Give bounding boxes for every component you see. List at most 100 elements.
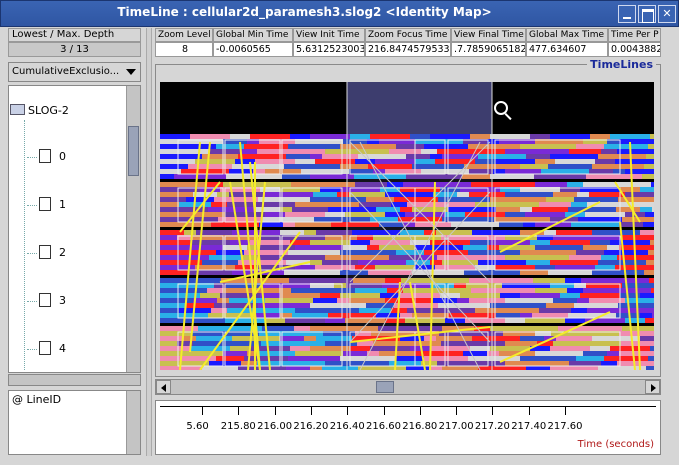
state-band — [619, 139, 654, 144]
state-band — [598, 154, 646, 159]
title-bar[interactable]: TimeLine : cellular2d_paramesh3.slog2 <I… — [0, 0, 679, 27]
timeline-canvas[interactable] — [160, 82, 654, 370]
scroll-right-button[interactable] — [645, 380, 660, 394]
state-band — [472, 230, 520, 235]
state-band — [354, 174, 406, 179]
state-band — [188, 270, 232, 275]
value-zoom-focus-time[interactable]: 216.8474579533 — [365, 42, 451, 57]
state-band — [505, 169, 541, 174]
state-band — [562, 260, 598, 265]
state-band — [208, 313, 256, 318]
file-icon — [39, 245, 51, 259]
tree-scroll-thumb[interactable] — [128, 126, 139, 176]
state-band — [535, 265, 555, 270]
state-band — [412, 270, 464, 275]
state-band — [571, 222, 619, 227]
state-band — [470, 346, 490, 351]
state-band — [229, 298, 265, 303]
ruler-axis — [160, 406, 656, 407]
tree-item[interactable]: 2 — [27, 245, 66, 259]
state-band — [265, 298, 313, 303]
state-band — [294, 326, 310, 331]
tree-horizontal-scrollbar[interactable] — [8, 374, 141, 386]
state-band — [350, 346, 370, 351]
state-band — [406, 154, 430, 159]
tree-item[interactable]: 1 — [27, 197, 66, 211]
state-band — [328, 313, 376, 318]
state-band — [195, 159, 235, 164]
state-band — [389, 361, 421, 366]
state-band — [500, 293, 520, 298]
state-band — [490, 326, 558, 331]
state-band — [581, 278, 649, 283]
state-band — [617, 149, 654, 154]
state-band — [396, 356, 424, 361]
state-band — [160, 308, 179, 313]
state-band — [539, 308, 571, 313]
state-band — [651, 182, 654, 187]
state-band — [546, 303, 574, 308]
state-band — [463, 351, 487, 356]
state-band — [578, 217, 622, 222]
lineid-scrollbar[interactable] — [126, 391, 140, 454]
state-band — [315, 265, 355, 270]
close-icon[interactable]: ✕ — [658, 5, 676, 23]
state-band — [238, 366, 286, 370]
time-ruler[interactable]: 5.60 215.80 216.00 216.20 216.40 216.60 216.80… — [155, 400, 661, 455]
state-band — [651, 288, 654, 293]
state-band — [598, 260, 646, 265]
state-band — [457, 298, 469, 303]
state-band — [160, 278, 221, 283]
state-band — [160, 250, 216, 255]
state-band — [230, 346, 250, 351]
header-time-per-pixel: Time Per P — [608, 28, 661, 42]
state-band — [652, 207, 654, 212]
tree-panel[interactable]: SLOG-2 0 1 2 3 4 — [8, 85, 141, 373]
state-band — [621, 235, 654, 240]
state-band — [567, 182, 583, 187]
state-band — [505, 341, 537, 346]
state-band — [574, 197, 618, 202]
value-view-final-time[interactable]: .7.7859065182 — [451, 42, 526, 57]
tree-root[interactable]: SLOG-2 — [10, 104, 69, 117]
state-band — [592, 230, 640, 235]
state-band — [410, 346, 430, 351]
state-band — [525, 318, 565, 323]
state-band — [190, 240, 230, 245]
view-mode-dropdown[interactable]: CumulativeExclusio... — [8, 62, 141, 82]
state-band — [583, 288, 651, 293]
state-band — [604, 356, 648, 361]
state-band — [436, 336, 472, 341]
ruler-tick — [565, 407, 566, 415]
panel-splitter[interactable] — [146, 28, 152, 456]
state-band — [400, 293, 440, 298]
state-band — [619, 351, 654, 356]
state-band — [160, 260, 202, 265]
scroll-left-button[interactable] — [156, 380, 171, 394]
state-band — [400, 207, 412, 212]
tree-scrollbar[interactable] — [126, 86, 140, 372]
state-band — [160, 144, 216, 149]
state-band — [214, 303, 258, 308]
tree-item[interactable]: 0 — [27, 149, 66, 163]
state-band — [490, 174, 534, 179]
value-view-init-time[interactable]: 5.6312523003 — [293, 42, 365, 57]
state-band — [535, 288, 567, 293]
timeline-scrollbar[interactable] — [155, 379, 661, 395]
chevron-down-icon[interactable] — [126, 69, 136, 75]
state-band — [322, 260, 358, 265]
state-band — [576, 250, 604, 255]
header-global-max-time: Global Max Time — [526, 28, 608, 42]
state-band — [565, 278, 581, 283]
tree-item[interactable]: 3 — [27, 293, 66, 307]
maximize-icon[interactable] — [638, 5, 656, 23]
timeline-scroll-thumb[interactable] — [376, 381, 394, 393]
state-band — [548, 270, 592, 275]
state-band — [258, 303, 310, 308]
tree-item[interactable]: 4 — [27, 341, 66, 355]
ruler-tick — [238, 407, 240, 415]
state-band — [550, 134, 590, 139]
lineid-panel[interactable]: @ LineID — [8, 390, 141, 455]
state-band — [370, 134, 410, 139]
minimize-icon[interactable] — [618, 5, 636, 23]
